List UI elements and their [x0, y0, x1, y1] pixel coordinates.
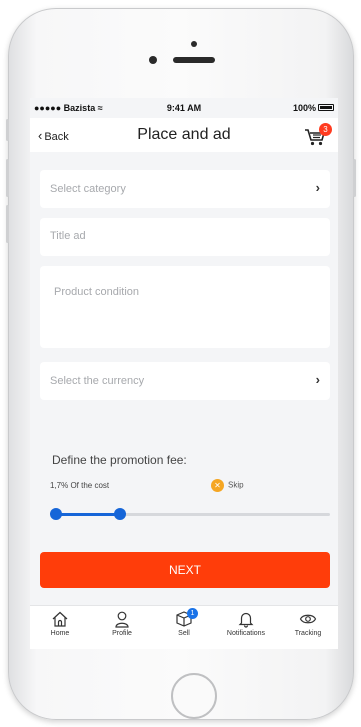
close-icon: ✕ [211, 479, 224, 492]
tab-label: Tracking [294, 630, 322, 637]
next-button[interactable]: NEXT [40, 552, 330, 588]
currency-select[interactable]: Select the currency › [40, 362, 330, 400]
navigation-bar: ‹ Back Place and ad 3 [30, 118, 338, 152]
tab-tracking[interactable]: Tracking [278, 610, 338, 637]
cart-button[interactable]: 3 [304, 123, 332, 148]
profile-icon [115, 611, 129, 628]
earpiece-speaker [173, 57, 215, 63]
mute-switch [6, 119, 9, 141]
promotion-cost-label: 1,7% Of the cost [50, 481, 110, 490]
tab-sell[interactable]: 1 Sell [154, 608, 214, 637]
promotion-slider[interactable] [50, 508, 330, 520]
page-title: Place and ad [137, 126, 231, 143]
battery-percent: 100% [292, 103, 316, 113]
condition-placeholder: Product condition [54, 286, 139, 298]
title-input[interactable]: Title ad [40, 218, 330, 256]
battery-icon [318, 104, 334, 111]
skip-button[interactable]: ✕ Skip [211, 479, 244, 492]
tab-profile[interactable]: Profile [92, 610, 152, 637]
slider-start-handle[interactable] [50, 508, 62, 520]
tab-label: Notifications [226, 630, 266, 637]
category-placeholder: Select category [50, 183, 126, 195]
chevron-right-icon: › [315, 180, 320, 195]
tab-label: Home [50, 630, 70, 637]
promotion-title: Define the promotion fee: [52, 453, 187, 467]
tab-bar: Home Profile 1 Sell Notifications Tracki… [30, 605, 338, 649]
status-time: 9:41 AM [166, 103, 202, 113]
tab-label: Profile [112, 630, 132, 637]
sell-badge: 1 [187, 608, 198, 619]
skip-label: Skip [228, 480, 244, 490]
category-select[interactable]: Select category › [40, 170, 330, 208]
currency-placeholder: Select the currency [50, 375, 145, 387]
volume-up-button [6, 159, 9, 197]
power-button [353, 159, 356, 197]
tab-notifications[interactable]: Notifications [216, 610, 276, 637]
slider-fill [54, 513, 120, 516]
home-icon [52, 611, 68, 627]
slider-value-handle[interactable] [114, 508, 126, 520]
eye-icon [299, 614, 317, 624]
home-button[interactable] [171, 673, 217, 719]
bell-icon [238, 612, 254, 628]
status-bar: ●●●●● Bazista ≈ 9:41 AM 100% [30, 98, 338, 118]
front-camera [191, 41, 197, 47]
chevron-right-icon: › [315, 372, 320, 387]
tab-home[interactable]: Home [30, 610, 90, 637]
cart-badge: 3 [319, 123, 332, 136]
tab-label: Sell [178, 630, 190, 637]
volume-down-button [6, 205, 9, 243]
title-placeholder: Title ad [50, 230, 86, 242]
condition-textarea[interactable]: Product condition [40, 266, 330, 348]
app-screen: ●●●●● Bazista ≈ 9:41 AM 100% ‹ Back Place… [30, 98, 338, 649]
camera-dot [149, 56, 157, 64]
